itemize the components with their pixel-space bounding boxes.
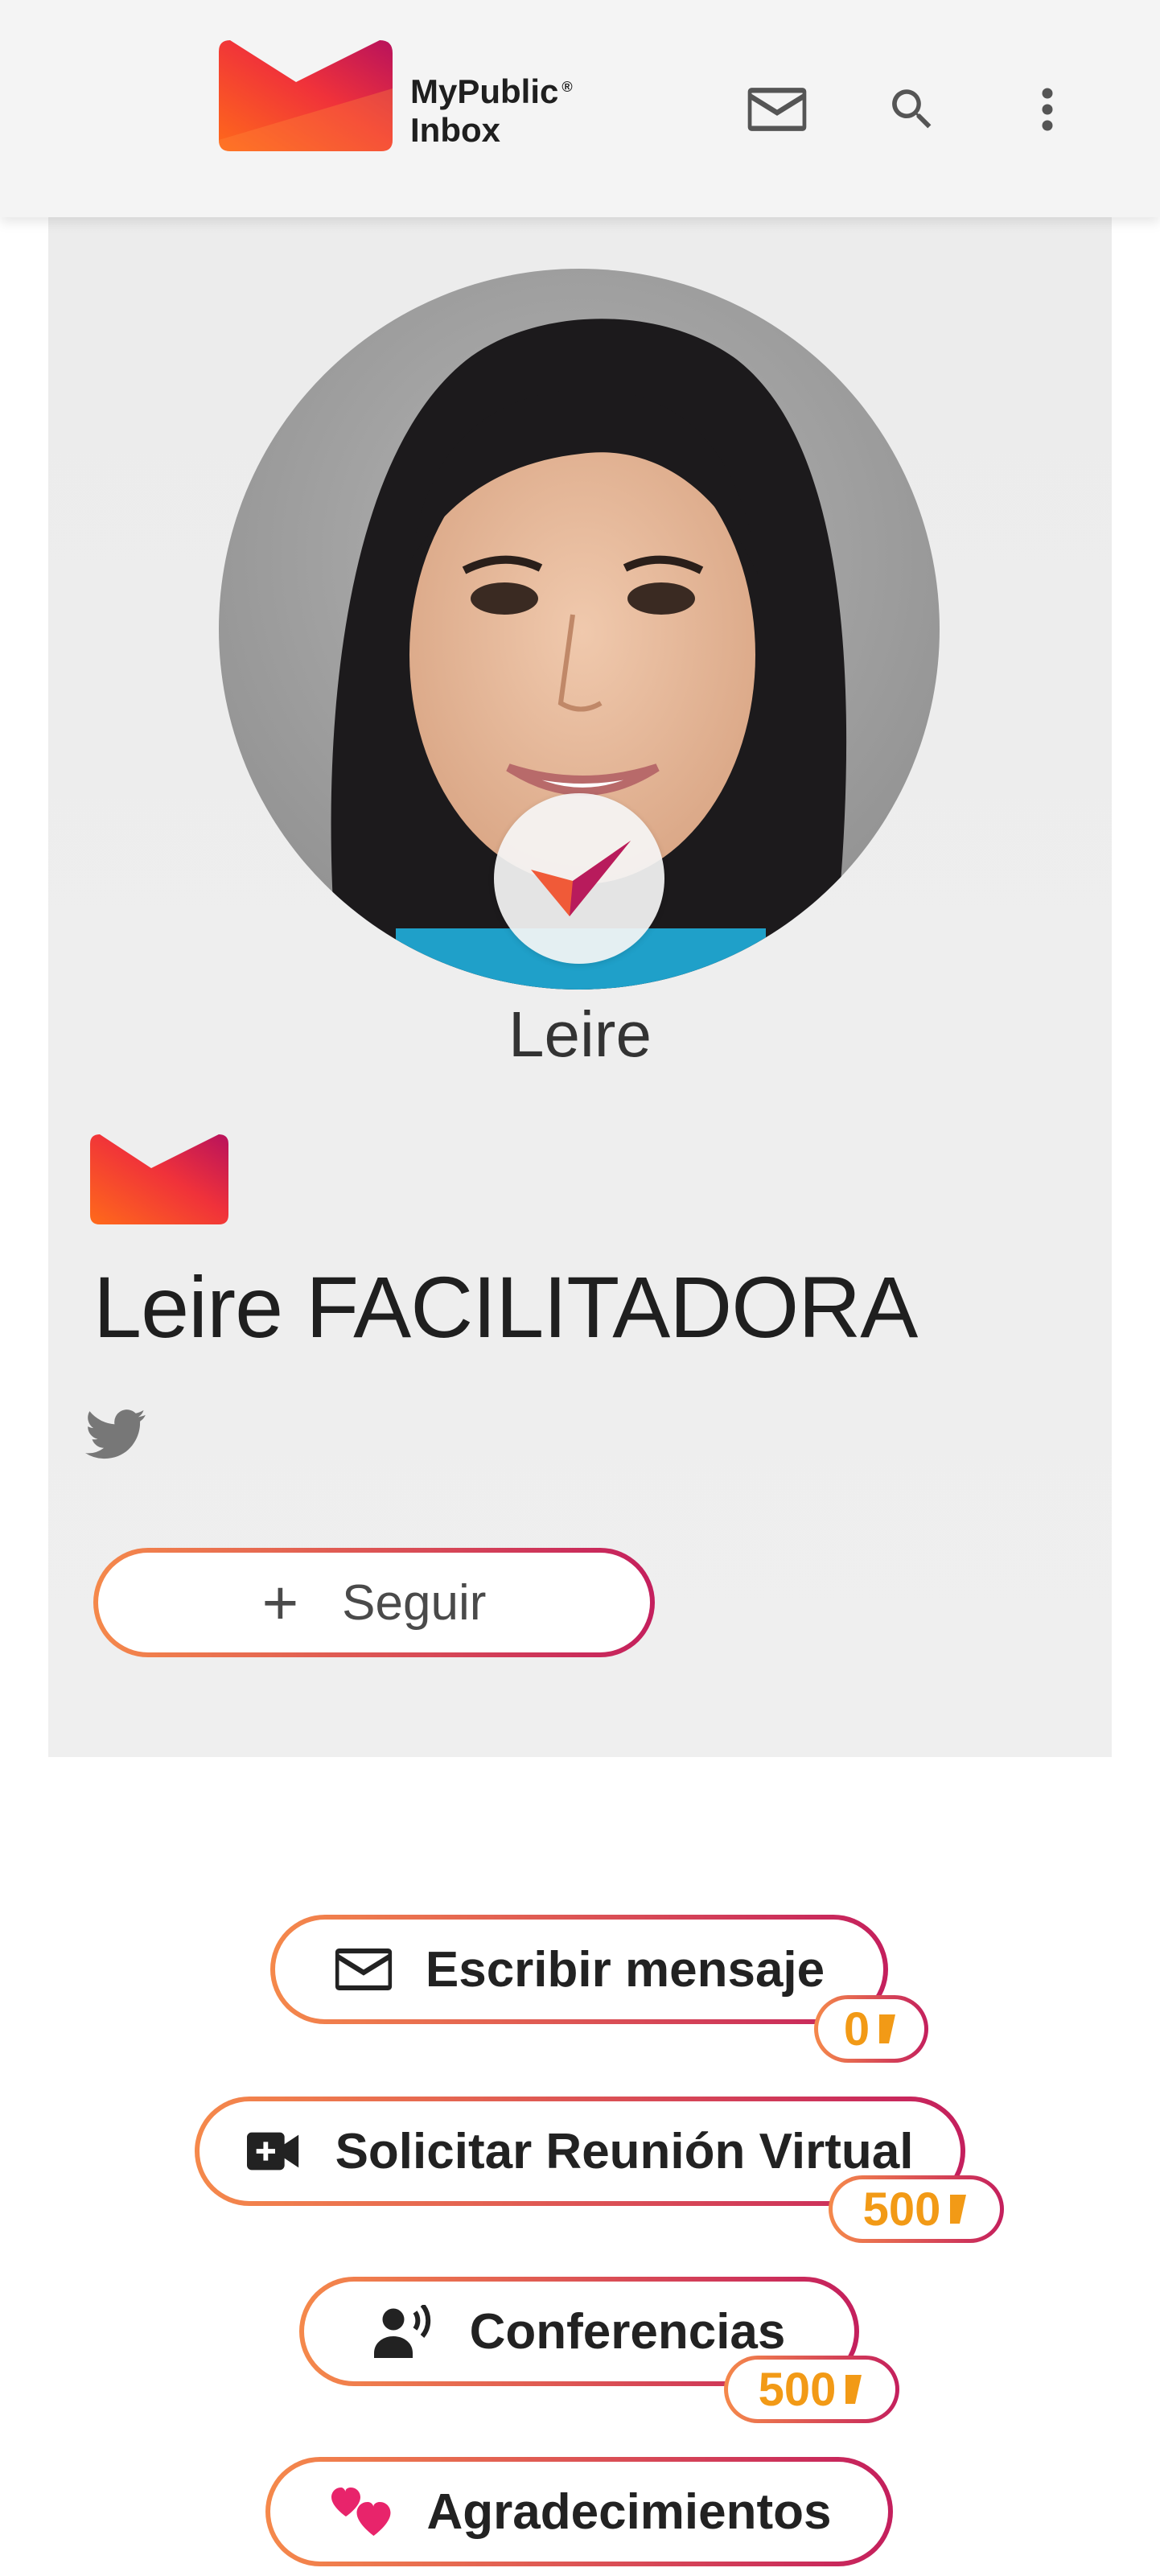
speaker-icon [373, 2305, 438, 2358]
price-badge: 0 [814, 1995, 928, 2063]
price-badge: 500 [829, 2175, 1004, 2243]
coin-icon [876, 2013, 899, 2045]
profile-short-name: Leire [508, 998, 652, 1070]
coin-icon [842, 2373, 865, 2405]
mail-icon [334, 1946, 393, 1993]
verified-badge [494, 793, 664, 964]
search-icon[interactable] [880, 77, 944, 142]
coin-icon [947, 2193, 969, 2225]
price-badge: 500 [724, 2356, 899, 2423]
app-header: MyPublic ® Inbox [0, 0, 1160, 217]
hearts-icon [327, 2482, 394, 2541]
thanks-button[interactable]: Agradecimientos [265, 2457, 893, 2566]
write-message-button[interactable]: Escribir mensaje [270, 1915, 888, 2024]
mypublicinbox-logo[interactable] [219, 40, 393, 151]
plus-icon: + [261, 1566, 299, 1638]
brand-name: MyPublic ® Inbox [410, 72, 573, 149]
mail-icon[interactable] [745, 77, 809, 142]
twitter-icon[interactable] [85, 1408, 146, 1461]
mypublicinbox-logo-small [90, 1134, 228, 1224]
more-vert-icon[interactable] [1015, 77, 1080, 142]
follow-button[interactable]: + Seguir [93, 1548, 655, 1657]
profile-full-name: Leire FACILITADORA [93, 1258, 918, 1356]
video-add-icon [246, 2132, 303, 2171]
